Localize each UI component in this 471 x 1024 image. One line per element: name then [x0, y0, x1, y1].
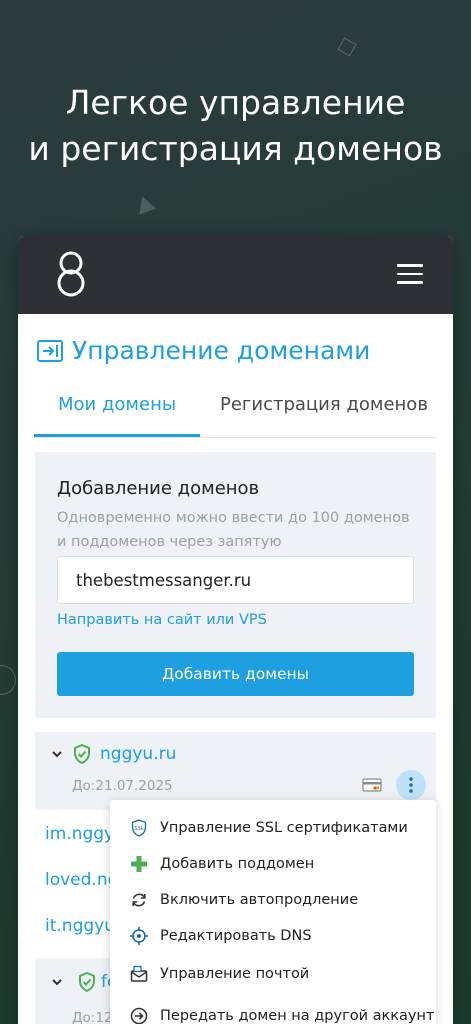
headline: Легкое управление и регистрация доменов: [0, 80, 471, 172]
crosshair-icon: [130, 927, 148, 945]
menu-item-ssl[interactable]: SSL Управление SSL сертификатами: [110, 810, 436, 846]
menu-item-label: Передать домен на другой аккаунт: [160, 1008, 435, 1024]
refresh-icon: [132, 893, 146, 907]
svg-text:SSL: SSL: [134, 826, 143, 832]
ssl-shield-check-icon: [74, 744, 90, 764]
menu-item-transfer[interactable]: Передать домен на другой аккаунт: [110, 998, 436, 1024]
menu-item-autorenew[interactable]: Включить автопродление: [110, 882, 436, 918]
app-screen: Управление доменами Мои домены Регистрац…: [18, 236, 453, 1024]
chevron-down-icon[interactable]: [51, 976, 63, 988]
page-title-text: Управление доменами: [72, 336, 371, 365]
headline-line-2: и регистрация доменов: [28, 129, 443, 168]
tab-domain-registration[interactable]: Регистрация доменов: [220, 394, 428, 415]
menu-item-label: Управление почтой: [160, 966, 310, 982]
menu-item-edit-dns[interactable]: Редактировать DNS: [110, 918, 436, 954]
decor-triangle: [133, 193, 157, 215]
login-arrow-icon: [37, 339, 63, 362]
menu-item-label: Включить автопродление: [160, 892, 359, 908]
domain-context-menu: SSL Управление SSL сертификатами Добавит…: [110, 800, 436, 1024]
transfer-icon: [130, 1007, 148, 1024]
hamburger-menu-icon[interactable]: [397, 264, 423, 284]
logo-icon[interactable]: [54, 250, 88, 298]
decor-circle: [0, 665, 16, 695]
subdomain-item[interactable]: loved.ng: [45, 870, 118, 890]
menu-item-label: Добавить поддомен: [160, 856, 315, 872]
add-domains-hint: Одновременно можно ввести до 100 доменов…: [57, 510, 410, 550]
ssl-shield-check-icon: [79, 972, 95, 992]
chevron-down-icon[interactable]: [51, 748, 63, 760]
vertical-dots-icon: [409, 777, 413, 793]
ssl-shield-icon: SSL: [131, 819, 147, 837]
add-domains-title: Добавление доменов: [57, 478, 260, 499]
menu-item-label: Управление SSL сертификатами: [160, 820, 408, 836]
domain-row[interactable]: nggyu.ru До:21.07.2025: [35, 732, 436, 810]
subdomain-item[interactable]: it.nggyu: [45, 916, 115, 936]
tab-my-domains[interactable]: Мои домены: [58, 394, 176, 415]
menu-item-add-subdomain[interactable]: Добавить поддомен: [110, 846, 436, 882]
menu-item-mail[interactable]: Управление почтой: [110, 956, 436, 992]
domain-name[interactable]: nggyu.ru: [100, 744, 176, 764]
app-header: [18, 236, 453, 314]
tab-divider: [34, 437, 437, 438]
domain-expiry: До:21.07.2025: [72, 778, 173, 794]
page-title: Управление доменами: [36, 336, 370, 365]
decor-diamond: [337, 37, 357, 57]
add-domains-card: Добавление доменов Одновременно можно вв…: [35, 452, 436, 718]
mail-icon: [130, 965, 148, 982]
plus-icon: [131, 856, 147, 872]
tab-bar: Мои домены Регистрация доменов: [34, 386, 453, 438]
menu-item-label: Редактировать DNS: [160, 928, 312, 944]
payment-card-icon[interactable]: [362, 778, 382, 792]
active-tab-indicator: [34, 434, 200, 437]
add-domains-button[interactable]: Добавить домены: [57, 652, 414, 696]
domain-input[interactable]: [57, 556, 414, 604]
redirect-link[interactable]: Направить на сайт или VPS: [57, 612, 267, 628]
more-options-button[interactable]: [396, 770, 426, 800]
headline-line-1: Легкое управление: [65, 83, 406, 122]
